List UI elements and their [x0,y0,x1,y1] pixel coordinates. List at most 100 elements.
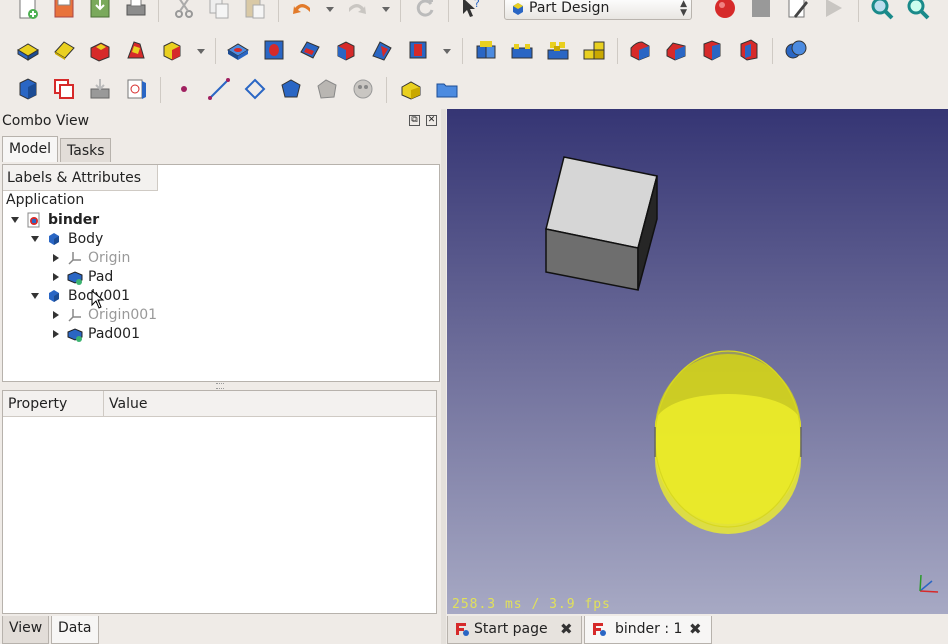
subtractive-pipe-icon[interactable] [406,38,430,62]
tree-item-origin001[interactable]: Origin001 [51,306,431,325]
stop-macro-icon[interactable] [749,0,773,20]
tree-item-label: Body [68,231,104,247]
additive-primitive-icon[interactable] [160,38,184,62]
cylinder-pad001-solid[interactable] [654,350,802,534]
print-icon[interactable] [124,0,148,20]
datum-plane-icon[interactable] [243,77,267,101]
run-macro-icon[interactable] [821,0,845,20]
zoom-fit-all-icon[interactable] [870,0,894,20]
linear-pattern-icon[interactable] [510,38,534,62]
tree-item-label: Pad [88,269,114,285]
close-tab-icon[interactable]: ✖ [560,620,573,638]
pad-feature-icon [67,328,83,342]
zoom-fit-selection-icon[interactable] [906,0,930,20]
mirrored-icon[interactable] [474,38,498,62]
panel-splitter-handle[interactable] [216,383,224,389]
tree-item-body[interactable]: Body [31,230,431,249]
datum-line-icon[interactable] [207,77,231,101]
origin-axes-icon [68,252,81,265]
body-icon [49,290,59,302]
create-body-icon[interactable] [16,38,40,62]
draft-icon[interactable] [700,38,724,62]
new-document-icon[interactable] [16,0,40,20]
datum-point-icon[interactable] [172,77,196,101]
create-group-icon[interactable] [435,77,459,101]
close-tab-icon[interactable]: ✖ [689,620,702,638]
workbench-selector[interactable]: Part Design ▲ ▼ [504,0,692,20]
svg-text:?: ? [474,0,480,10]
tree-item-origin[interactable]: Origin [51,249,431,268]
subtractive-loft-icon[interactable] [370,38,394,62]
polar-pattern-icon[interactable] [546,38,570,62]
import-icon[interactable] [88,77,112,101]
close-panel-button[interactable]: ✕ [426,115,437,126]
part-design-icon [513,3,523,15]
cut-icon[interactable] [172,0,196,20]
cube-pad-solid[interactable] [545,156,658,291]
multitransform-icon[interactable] [582,38,606,62]
doc-tab-start-page[interactable]: Start page ✖ [447,616,582,644]
tab-tasks[interactable]: Tasks [60,138,111,162]
model-tree: Labels & Attributes Application binder B… [2,164,440,382]
fps-counter: 258.3 ms / 3.9 fps [452,597,611,612]
pocket-icon[interactable] [226,38,250,62]
fillet-icon[interactable] [628,38,652,62]
float-panel-button[interactable]: ⧉ [409,115,420,126]
open-document-icon[interactable] [52,0,76,20]
collapse-arrow-icon[interactable] [31,236,39,242]
expand-arrow-icon[interactable] [53,273,59,281]
expand-arrow-icon[interactable] [53,311,59,319]
paste-icon[interactable] [243,0,267,20]
shape-binder-icon[interactable] [16,77,40,101]
tree-item-binder[interactable]: binder [11,211,431,230]
local-cs-icon[interactable] [279,77,303,101]
record-macro-icon[interactable] [713,0,737,20]
create-sketch-icon[interactable] [52,38,76,62]
value-column-header[interactable]: Value [104,391,436,417]
shape-binder-gray-icon[interactable] [315,77,339,101]
tree-item-pad001[interactable]: Pad001 [51,325,431,344]
chamfer-icon[interactable] [664,38,688,62]
doc-tab-label: binder : 1 [615,621,683,637]
collapse-arrow-icon[interactable] [31,293,39,299]
tree-item-label: Pad001 [88,326,141,342]
boolean-icon[interactable] [784,38,808,62]
sub-shape-binder-icon[interactable] [124,77,148,101]
revolution-icon[interactable] [124,38,148,62]
expand-arrow-icon[interactable] [53,330,59,338]
primitive-dropdown-icon[interactable] [197,49,205,54]
save-icon[interactable] [88,0,112,20]
scene [545,156,939,593]
clone-icon[interactable] [52,77,76,101]
combo-view-title: Combo View [2,113,90,129]
whats-this-icon[interactable]: ? [460,0,484,20]
property-column-header[interactable]: Property [3,391,104,417]
copy-icon[interactable] [207,0,231,20]
edit-macro-icon[interactable] [786,0,810,20]
create-part-icon[interactable] [399,77,423,101]
refresh-icon[interactable] [413,0,437,20]
tab-model[interactable]: Model [2,136,58,162]
tree-column-header[interactable]: Labels & Attributes [3,165,158,191]
thickness-icon[interactable] [737,38,761,62]
3d-viewport[interactable]: 258.3 ms / 3.9 fps [447,109,948,614]
tab-view[interactable]: View [2,616,49,644]
tree-item-label: binder [48,212,100,228]
pad-icon[interactable] [88,38,112,62]
sub-shape-gray-icon[interactable] [351,77,375,101]
undo-icon[interactable] [290,0,314,20]
collapse-arrow-icon[interactable] [11,217,19,223]
expand-arrow-icon[interactable] [53,254,59,262]
main-splitter[interactable] [441,109,446,644]
tree-item-pad[interactable]: Pad [51,268,431,287]
redo-dropdown-icon[interactable] [382,7,390,12]
undo-dropdown-icon[interactable] [326,7,334,12]
subtractive-dropdown-icon[interactable] [443,49,451,54]
redo-icon[interactable] [345,0,369,20]
tab-data[interactable]: Data [51,616,99,644]
part-design-toolbar [0,30,948,70]
hole-icon[interactable] [262,38,286,62]
groove-icon[interactable] [298,38,322,62]
subtractive-primitive-icon[interactable] [334,38,358,62]
doc-tab-binder[interactable]: binder : 1 ✖ [584,616,712,644]
